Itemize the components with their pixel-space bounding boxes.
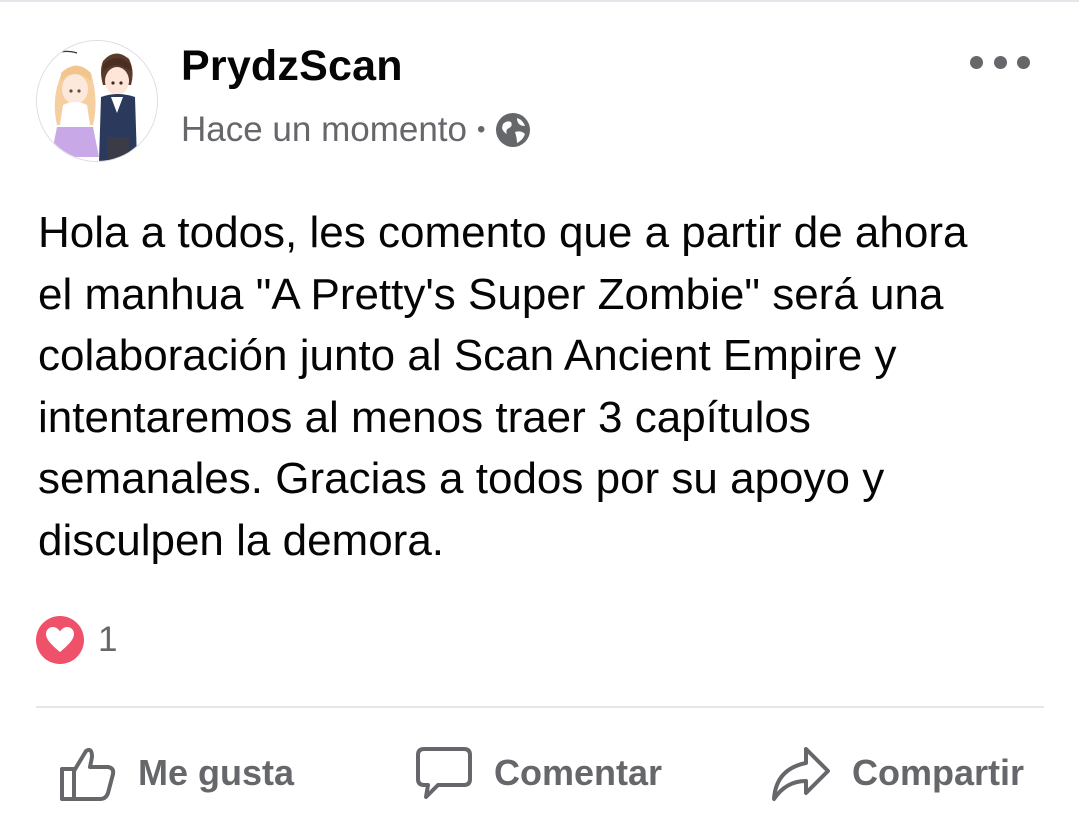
reaction-count: 1	[98, 620, 118, 659]
share-arrow-icon	[772, 747, 830, 801]
reactions-summary[interactable]: 1	[36, 616, 117, 664]
post-body-text: Hola a todos, les comento que a partir d…	[38, 208, 968, 565]
speech-bubble-icon	[416, 747, 472, 799]
post-meta: Hace un momento •	[181, 110, 531, 150]
comment-button[interactable]: Comentar	[414, 740, 662, 806]
top-border	[0, 0, 1079, 2]
more-options-button[interactable]	[970, 50, 1030, 74]
heart-icon	[36, 616, 84, 664]
globe-icon[interactable]	[495, 112, 531, 148]
like-label: Me gusta	[138, 752, 295, 793]
meta-separator: •	[476, 116, 486, 143]
thumbs-up-icon	[60, 747, 116, 801]
more-dot-icon	[1017, 55, 1030, 69]
more-dot-icon	[993, 55, 1007, 69]
like-button[interactable]: Me gusta	[58, 740, 294, 806]
avatar-illustration	[37, 41, 157, 161]
avatar[interactable]	[36, 40, 158, 162]
more-dot-icon	[970, 55, 983, 69]
comment-label: Comentar	[494, 752, 663, 793]
share-label: Compartir	[852, 752, 1025, 793]
post-author-name[interactable]: PrydzScan	[181, 42, 403, 91]
share-button[interactable]: Compartir	[770, 740, 1024, 806]
post-timestamp[interactable]: Hace un momento	[181, 110, 467, 150]
divider	[36, 706, 1044, 708]
